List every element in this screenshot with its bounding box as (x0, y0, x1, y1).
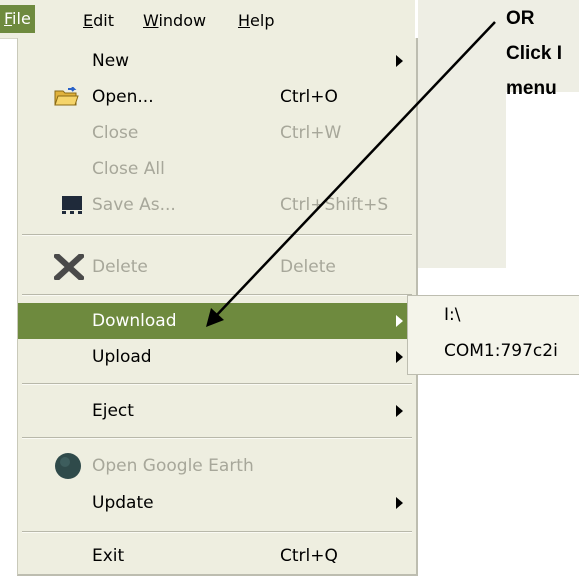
annotation-text-menu: menu (506, 78, 557, 99)
annotation-text-click: Click I (506, 43, 562, 64)
annotation-arrow (206, 21, 496, 327)
annotation-text-or: OR (506, 8, 535, 29)
